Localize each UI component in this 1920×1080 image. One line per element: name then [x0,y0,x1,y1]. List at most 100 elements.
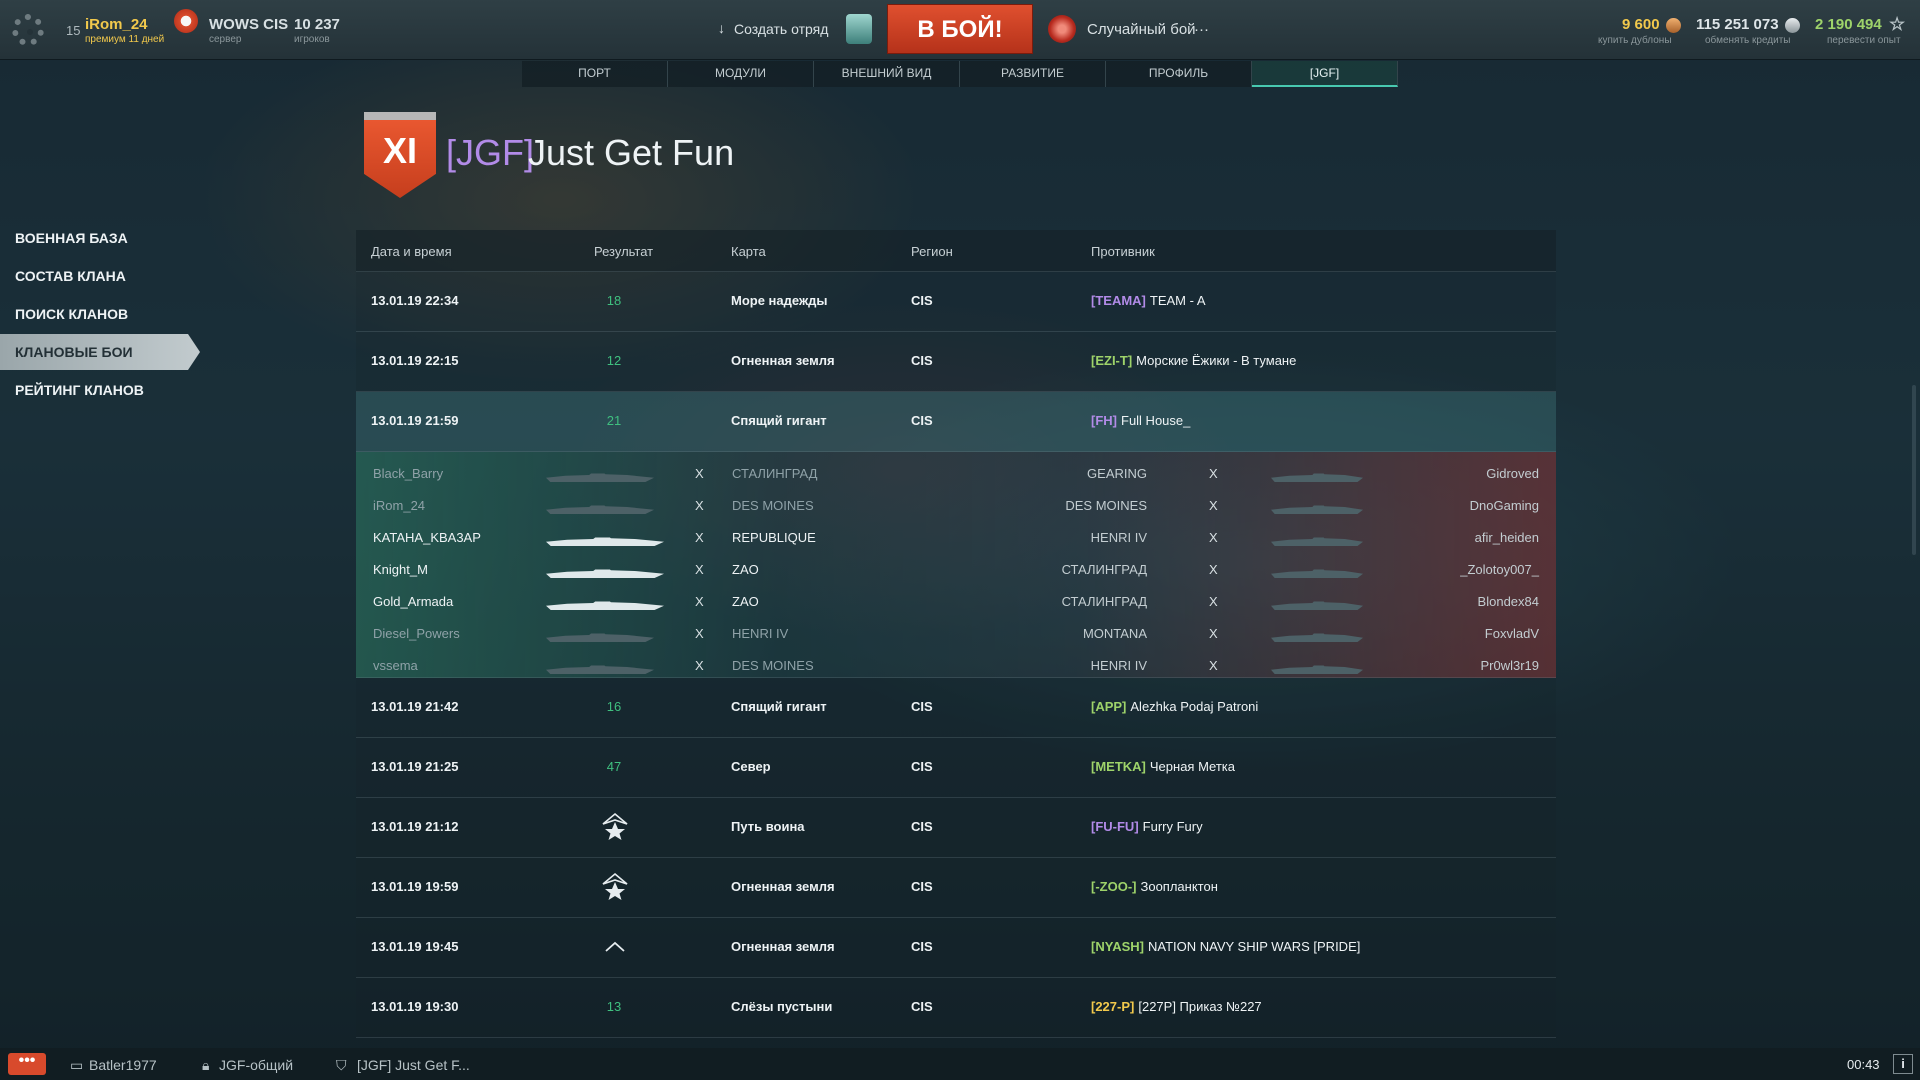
row-map: Север [731,759,771,774]
tab-modules[interactable]: МОДУЛИ [668,61,814,87]
row-date: 13.01.19 22:34 [371,293,459,308]
row-date: 13.01.19 19:45 [371,939,459,954]
star-xp-icon: ☆ [1889,14,1906,34]
row-map: Огненная земля [731,879,835,894]
enemy-status-x: X [1209,658,1218,673]
enemy-player-name: DnoGaming [1469,498,1539,513]
ship-silhouette-icon [1271,532,1363,546]
ship-silhouette-icon [1271,500,1363,514]
tab-profile[interactable]: ПРОФИЛЬ [1106,61,1252,87]
row-map: Огненная земля [731,353,835,368]
header-date[interactable]: Дата и время [371,244,452,259]
opponent-clan-tag: [FU-FU] [1091,819,1139,834]
enemy-status-x: X [1209,530,1218,545]
battle-button[interactable]: В БОЙ! [887,4,1033,54]
enemy-player-name: FoxvladV [1484,626,1539,641]
ship-silhouette-icon [1271,596,1363,610]
scrollbar[interactable] [1912,385,1916,555]
ship-silhouette-icon [1271,564,1363,578]
row-region: CIS [911,413,933,428]
header-result[interactable]: Результат [594,244,653,259]
opponent-clan-name: [227P] Приказ №227 [1138,999,1262,1014]
row-result: 21 [606,413,622,428]
table-row[interactable]: 13.01.19 21:42 16 Спящий гигант CIS [APP] Ale… [356,678,1556,738]
ship-silhouette-icon [546,532,664,546]
header-map[interactable]: Карта [731,244,766,259]
ally-player-name: Gold_Armada [373,594,454,609]
table-row[interactable]: 13.01.19 19:45 Огненная земля CIS [NYASH] NA… [356,918,1556,978]
table-row[interactable]: 13.01.19 21:25 47 Север CIS [METKA] Черная Ме… [356,738,1556,798]
sidebar-item-clan-battles[interactable]: КЛАНОВЫЕ БОИ [0,334,200,370]
row-region: CIS [911,699,933,714]
table-row[interactable]: 13.01.19 21:59 21 Спящий гигант CIS [FH] Full… [356,392,1556,452]
row-region: CIS [911,939,933,954]
ally-player-name: KATAHA_KBA3AP [373,530,481,545]
settings-gear-icon[interactable] [12,14,44,46]
chat-channel-jgf-general[interactable]: JGF-общий [219,1057,293,1073]
create-squad-button[interactable]: Создать отряд [734,21,828,37]
row-opponent[interactable]: [227-P] [227P] Приказ №227 [1091,999,1262,1014]
table-header: Дата и время Результат Карта Регион Прот… [356,230,1556,272]
ship-silhouette-icon [546,500,654,514]
row-opponent[interactable]: [EZI-T] Морские Ёжики - В тумане [1091,353,1296,368]
battle-mode-select[interactable]: Случайный бой [1087,21,1196,38]
ally-player-name: vssema [373,658,418,673]
ally-status-x: X [695,658,704,673]
table-row[interactable]: 13.01.19 19:59 Огненная земля CIS [-ZOO-] Зо… [356,858,1556,918]
header-region[interactable]: Регион [911,244,953,259]
username[interactable]: iRom_24 [85,16,148,33]
row-region: CIS [911,819,933,834]
ally-ship-name: СТАЛИНГРАД [732,466,818,481]
mode-more-icon[interactable]: ··· [1194,21,1209,38]
tab-port[interactable]: ПОРТ [522,61,668,87]
info-button[interactable]: i [1893,1054,1913,1074]
row-opponent[interactable]: [METKA] Черная Метка [1091,759,1235,774]
arrow-down-icon: ↓ [718,20,725,36]
row-opponent[interactable]: [FH] Full House_ [1091,413,1190,428]
chat-menu-button[interactable]: ••• [8,1053,46,1075]
opponent-clan-tag: [METKA] [1091,759,1146,774]
table-row[interactable]: 13.01.19 22:34 18 Море надежды CIS [TEAMA] TE… [356,272,1556,332]
header-opponent[interactable]: Противник [1091,244,1155,259]
row-region: CIS [911,759,933,774]
ally-status-x: X [695,466,704,481]
enemy-player-name: afir_heiden [1474,530,1539,545]
premium-status[interactable]: премиум 11 дней [85,34,164,45]
row-opponent[interactable]: [NYASH] NATION NAVY SHIP WARS [PRIDE] [1091,939,1360,954]
opponent-clan-tag: [NYASH] [1091,939,1144,954]
enemy-status-x: X [1209,498,1218,513]
sidebar-item-military-base[interactable]: ВОЕННАЯ БАЗА [0,220,190,256]
table-row[interactable]: 13.01.19 22:15 12 Огненная земля CIS [EZI-T]… [356,332,1556,392]
sidebar-item-clan-rating[interactable]: РЕЙТИНГ КЛАНОВ [0,372,190,408]
chat-channel-batler[interactable]: Batler1977 [89,1057,157,1073]
rank-star-icon [602,812,628,840]
opponent-clan-name: TEAM - A [1149,293,1206,308]
sidebar-item-clan-search[interactable]: ПОИСК КЛАНОВ [0,296,190,332]
tab-development[interactable]: РАЗВИТИЕ [960,61,1106,87]
squad-icon[interactable] [846,14,872,44]
opponent-clan-name: Черная Метка [1149,759,1236,774]
buy-doubloons-link[interactable]: купить дублоны [1598,35,1672,46]
row-opponent[interactable]: [-ZOO-] Зоопланктон [1091,879,1218,894]
chat-channel-clan[interactable]: [JGF] Just Get F... [357,1057,470,1073]
table-row[interactable]: 13.01.19 21:12 Путь воина CIS [FU-FU] Furry … [356,798,1556,858]
table-row[interactable]: 13.01.19 19:30 13 Слёзы пустыни CIS [227-P][… [356,978,1556,1038]
credits-icon [1785,18,1800,33]
league-label: XI [382,130,417,171]
row-date: 13.01.19 21:59 [371,413,459,428]
row-opponent[interactable]: [APP] Alezhka Podaj Patroni [1091,699,1258,714]
tab-clan[interactable]: [JGF] [1252,61,1398,87]
row-map: Слёзы пустыни [731,999,833,1014]
sidebar-item-clan-members[interactable]: СОСТАВ КЛАНА [0,258,190,294]
row-opponent[interactable]: [TEAMA] TEAM - A [1091,293,1206,308]
player-row: Knight_M X ZAO СТАЛИНГРАД X _Zolotoy007_ [356,554,1556,586]
convert-xp-link[interactable]: перевести опыт [1827,35,1901,46]
credits-amount: 115 251 073 [1696,16,1779,33]
tab-appearance[interactable]: ВНЕШНИЙ ВИД [814,61,960,87]
server-name[interactable]: WOWS CIS [209,16,288,33]
server-caption: сервер [209,34,242,45]
main-tabs: ПОРТ МОДУЛИ ВНЕШНИЙ ВИД РАЗВИТИЕ ПРОФИЛЬ… [522,61,1398,87]
exchange-credits-link[interactable]: обменять кредиты [1705,35,1790,46]
row-result: 18 [606,293,622,308]
row-opponent[interactable]: [FU-FU] Furry Fury [1091,819,1203,834]
